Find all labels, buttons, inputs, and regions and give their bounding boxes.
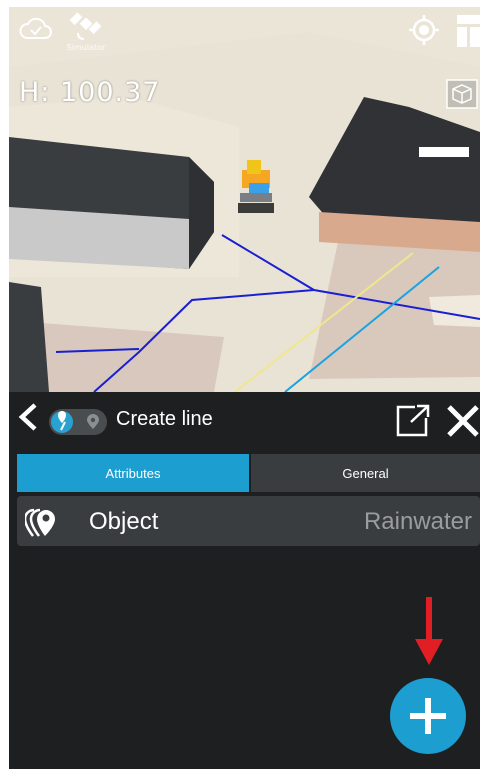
locate-icon[interactable] [409, 15, 439, 45]
tab-attributes[interactable]: Attributes [17, 454, 249, 492]
panel-tabs: Attributes General [17, 454, 480, 492]
close-button[interactable] [446, 404, 480, 438]
panel-header: Create line [9, 392, 480, 444]
cloud-sync-icon[interactable] [19, 15, 53, 41]
close-icon [447, 405, 479, 437]
point-pin-icon [86, 414, 100, 434]
line-mode-toggle[interactable] [49, 409, 107, 435]
back-button[interactable] [15, 402, 41, 432]
multi-pin-icon [23, 506, 65, 542]
satellite-icon[interactable]: Simulator [65, 9, 107, 53]
open-external-icon [396, 404, 430, 437]
object-value: Rainwater [363, 508, 472, 535]
create-line-panel: Create line Attributes General Object Ra… [9, 392, 480, 769]
plus-icon [410, 698, 446, 734]
popout-button[interactable] [395, 404, 431, 438]
arrow-down-icon [409, 597, 449, 671]
app-window: Simulator H: 100.37 Create line Attribut… [9, 7, 480, 769]
line-pin-icon [51, 411, 73, 433]
object-label: Object [89, 508, 159, 535]
tab-general[interactable]: General [251, 454, 480, 492]
map-view[interactable]: Simulator H: 100.37 [9, 7, 480, 392]
map-scene [9, 7, 480, 392]
layout-icon[interactable] [457, 15, 480, 47]
chevron-left-icon [18, 403, 37, 431]
panel-title: Create line [116, 408, 213, 430]
satellite-label: Simulator [66, 43, 106, 52]
object-attribute-row[interactable]: Object Rainwater [17, 496, 480, 546]
height-readout: H: 100.37 [19, 77, 161, 108]
add-button[interactable] [390, 678, 466, 754]
cube-view-icon[interactable] [446, 79, 478, 109]
